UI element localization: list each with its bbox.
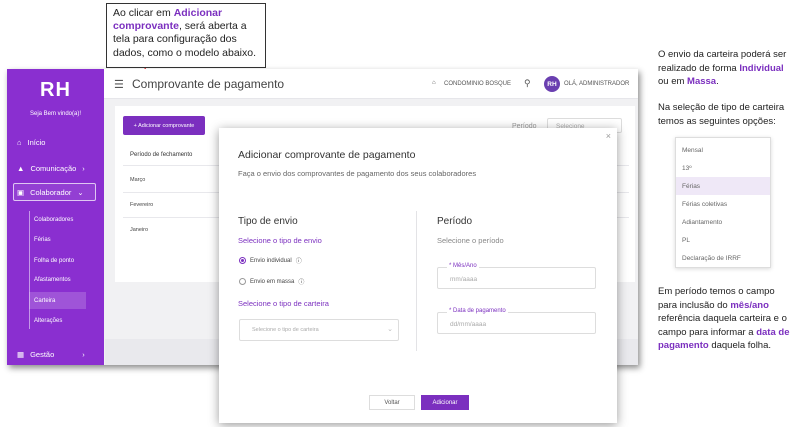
sidebar-item-colaborador-content: ▣ Colaborador ⌄ — [17, 188, 84, 197]
logo: RH — [40, 79, 71, 101]
carteira-options-list: Mensal 13º Férias Férias coletivas Adian… — [675, 137, 771, 268]
tipo-envio-title: Tipo de envio — [238, 216, 298, 227]
sidebar-item-label: Gestão — [30, 350, 55, 359]
sidebar-item-inicio[interactable]: ⌂ Início — [17, 138, 45, 147]
chevron-down-icon: ⌄ — [77, 188, 84, 197]
tipo-carteira-select[interactable]: Selecione o tipo de carteira ⌄ — [239, 319, 399, 341]
chevron-down-icon: ⌄ — [387, 326, 393, 333]
bell-icon[interactable]: ⚲ — [524, 78, 531, 89]
info-highlight: Massa — [687, 76, 717, 87]
radio-envio-massa[interactable]: Envio em massa ⓘ — [239, 277, 304, 286]
option-declaracao-irrf[interactable]: Declaração de IRRF — [676, 249, 770, 267]
tipo-envio-subtitle: Selecione o tipo de envio — [238, 236, 322, 245]
home-icon: ⌂ — [432, 80, 436, 86]
info-text: daquela folha. — [708, 340, 772, 351]
radio-envio-individual[interactable]: Envio individual ⓘ — [239, 256, 302, 265]
megaphone-icon: ▲ — [17, 164, 25, 173]
callout-note: Ao clicar em Adicionar comprovante, será… — [106, 3, 266, 68]
sub-item-colaboradores[interactable]: Colaboradores — [34, 217, 73, 223]
sidebar-item-label: Comunicação — [30, 164, 77, 173]
info-highlight: mês/ano — [730, 299, 769, 311]
help-icon: ⓘ — [295, 259, 302, 265]
table-row[interactable]: Fevereiro — [130, 202, 153, 208]
info-text: . — [716, 76, 719, 87]
data-pagamento-label: * Data de pagamento — [447, 308, 508, 314]
option-13[interactable]: 13º — [676, 159, 770, 177]
table-row[interactable]: Março — [130, 177, 145, 183]
add-comprovante-modal: × Adicionar comprovante de pagamento Faç… — [219, 128, 617, 423]
sub-item-folha-de-ponto[interactable]: Folha de ponto — [34, 258, 74, 264]
sub-item-alteracoes[interactable]: Alterações — [34, 318, 62, 324]
sub-item-carteira[interactable]: Carteira — [34, 298, 55, 304]
info-periodo: Em período temos o campo para inclusão d… — [658, 285, 796, 353]
mes-ano-placeholder: mm/aaaa — [450, 276, 478, 283]
briefcase-icon: ▦ — [17, 350, 25, 359]
option-adiantamento[interactable]: Adiantamento — [676, 213, 770, 231]
tipo-carteira-subtitle: Selecione o tipo de carteira — [238, 299, 329, 308]
close-icon[interactable]: × — [606, 131, 611, 141]
radio-label: Envio em massa — [250, 278, 295, 285]
callout-text-start: Ao clicar em — [113, 7, 174, 19]
user-greeting[interactable]: OLÁ, ADMINISTRADOR — [564, 81, 629, 87]
sidebar-item-label: Colaborador — [30, 188, 72, 197]
sidebar-item-comunicacao[interactable]: ▲ Comunicação › — [17, 164, 85, 173]
option-mensal[interactable]: Mensal — [676, 141, 770, 159]
table-row[interactable]: Janeiro — [130, 227, 148, 233]
sub-item-ferias[interactable]: Férias — [34, 237, 51, 243]
info-envio: O envio da carteira poderá ser realizado… — [658, 48, 796, 89]
tipo-carteira-placeholder: Selecione o tipo de carteira — [252, 327, 319, 333]
section-divider — [416, 211, 417, 351]
add-comprovante-button[interactable]: + Adicionar comprovante — [123, 116, 205, 135]
radio-selected — [239, 257, 246, 264]
page-title: Comprovante de pagamento — [132, 77, 285, 91]
column-header-periodo: Período de fechamento — [130, 152, 193, 158]
option-ferias-coletivas[interactable]: Férias coletivas — [676, 195, 770, 213]
mes-ano-label: * Mês/Ano — [447, 263, 479, 269]
data-pagamento-field[interactable]: dd/mm/aaaa — [437, 312, 596, 334]
data-pagamento-placeholder: dd/mm/aaaa — [450, 321, 487, 328]
info-text: ou em — [658, 76, 688, 87]
sidebar-item-label: Início — [27, 138, 46, 147]
modal-subtitle: Faça o envio dos comprovantes de pagamen… — [238, 169, 477, 178]
option-ferias[interactable]: Férias — [676, 177, 770, 195]
id-card-icon: ▣ — [17, 188, 25, 197]
radio-unselected — [239, 278, 246, 285]
info-highlight: Individual — [739, 62, 784, 74]
sidebar: RH Seja Bem vindo(a)! ⌂ Início ▲ Comunic… — [7, 69, 104, 365]
sub-item-afastamentos[interactable]: Afastamentos — [34, 277, 71, 283]
home-icon: ⌂ — [17, 138, 22, 147]
periodo-title: Período — [437, 216, 473, 227]
option-pl[interactable]: PL — [676, 231, 770, 249]
info-carteira: Na seleção de tipo de carteira temos as … — [658, 102, 785, 127]
avatar[interactable]: RH — [544, 76, 560, 92]
sidebar-item-gestao[interactable]: ▦ Gestão › — [17, 350, 85, 359]
modal-title: Adicionar comprovante de pagamento — [238, 149, 416, 161]
help-icon: ⓘ — [298, 280, 305, 286]
company-name[interactable]: CONDOMINIO BOSQUE — [444, 81, 511, 87]
topbar: ☰ Comprovante de pagamento ⌂ CONDOMINIO … — [104, 69, 638, 99]
menu-icon[interactable]: ☰ — [114, 78, 124, 91]
chevron-right-icon: › — [82, 164, 85, 173]
chevron-right-icon: › — [82, 350, 85, 359]
periodo-subtitle: Selecione o período — [437, 236, 504, 245]
voltar-button[interactable]: Voltar — [369, 395, 415, 410]
welcome-text: Seja Bem vindo(a)! — [29, 111, 82, 117]
adicionar-button[interactable]: Adicionar — [421, 395, 469, 410]
submenu-line — [29, 211, 30, 329]
mes-ano-field[interactable]: mm/aaaa — [437, 267, 596, 289]
radio-label: Envio individual — [250, 257, 292, 264]
